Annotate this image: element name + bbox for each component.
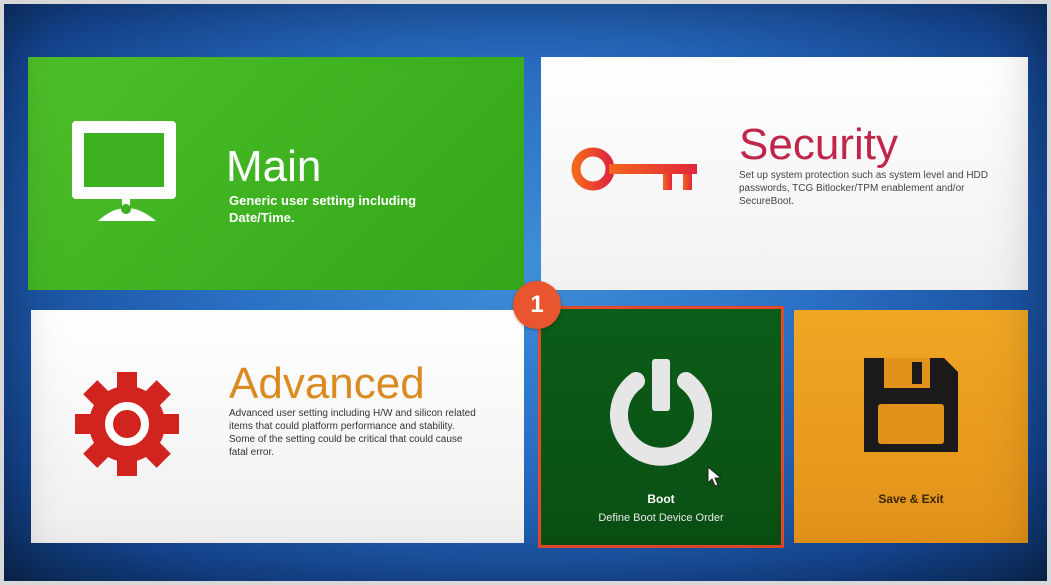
advanced-description: Advanced user setting including H/W and … [229,408,476,458]
security-description: Set up system protection such as system … [739,170,988,207]
tile-main[interactable]: Main Generic user setting including Date… [28,57,524,290]
step-number-badge: 1 [513,281,561,329]
advanced-title: Advanced [229,359,425,408]
power-icon [610,359,712,466]
boot-title: Boot [647,492,675,506]
floppy-disk-icon [864,358,958,452]
gear-icon [75,372,179,476]
mouse-cursor-icon [707,466,723,487]
tile-security[interactable]: Security Set up system protection such a… [541,57,1028,290]
boot-subtitle: Define Boot Device Order [598,512,724,524]
monitor-icon [72,121,176,221]
tile-boot[interactable]: Boot Define Boot Device Order [541,309,781,545]
main-title: Main [226,142,322,191]
main-description: Generic user setting including Date/Time… [229,193,417,225]
tile-advanced[interactable]: Advanced Advanced user setting including… [31,310,524,543]
save-exit-title: Save & Exit [878,492,944,506]
tile-save-exit[interactable]: Save & Exit [794,310,1028,543]
security-title: Security [739,120,898,169]
key-icon [571,147,697,191]
